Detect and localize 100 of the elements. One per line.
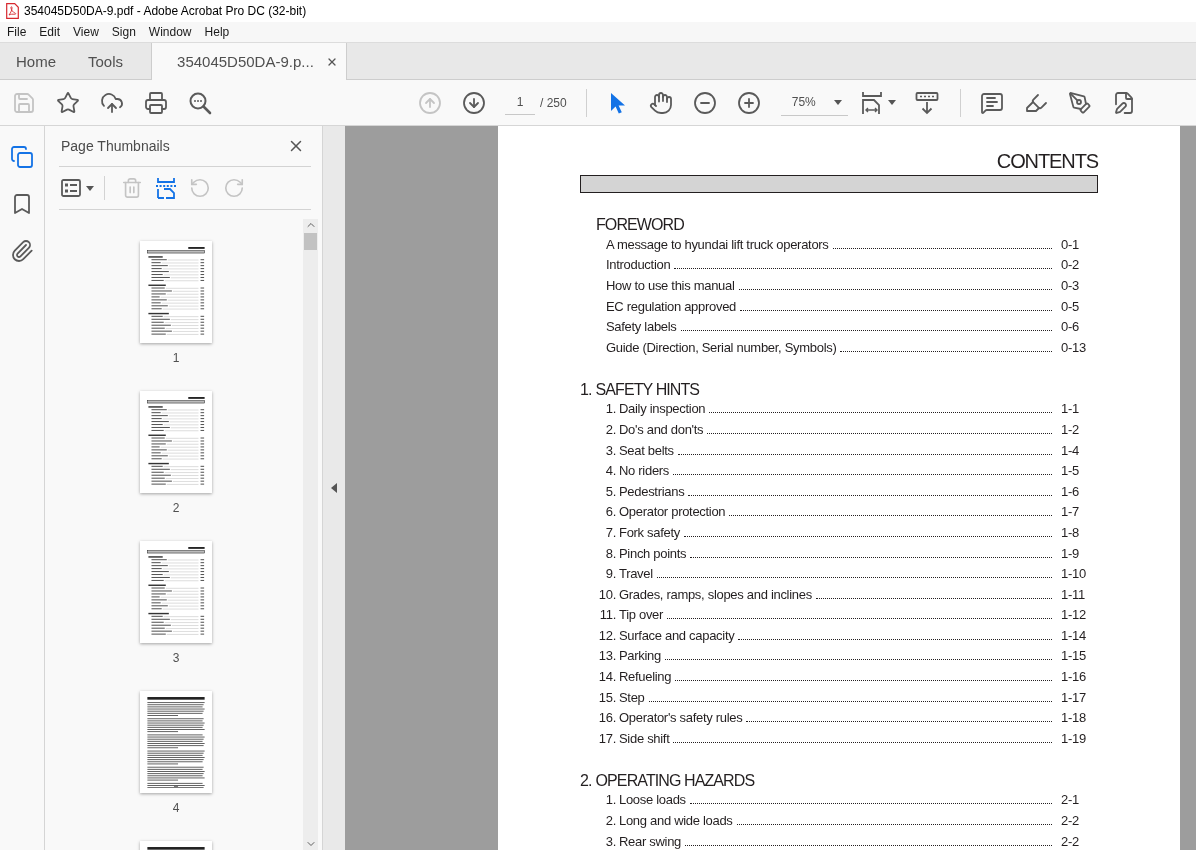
menu-item[interactable]: File [3,25,31,39]
insert-pages-icon[interactable] [155,177,177,199]
fit-page-icon[interactable] [860,90,883,115]
entry-number: 7. [605,524,616,540]
entry-number: 13. [598,648,616,664]
entry-title: Refueling [619,669,672,685]
entry-page-number: 0-6 [1061,319,1079,335]
entry-title: Guide (Direction, Serial number, Symbols) [606,339,837,355]
entry-page-number: 2-2 [1061,813,1079,829]
entry-title: Surface and capacity [619,627,735,643]
entry-title: Tip over [619,607,664,623]
entry-number: 3. [605,442,616,458]
page-number-field[interactable]: 1 [505,90,535,115]
entry-title: Introduction [606,257,671,273]
contents-heading: CONTENTS [996,149,1098,173]
entry-number: 8. [605,545,616,561]
entry-page-number: 1-14 [1061,627,1086,643]
zoom-in-icon[interactable] [736,90,761,115]
collapse-handle[interactable] [323,126,345,850]
entry-title: Step [619,689,645,705]
entry-page-number: 0-5 [1061,298,1079,314]
star-icon[interactable] [56,90,80,115]
entry-page-number: 1-5 [1061,463,1079,479]
zoom-out-icon[interactable] [692,90,717,115]
entry-number: 6. [605,504,616,520]
entry-title: Operator protection [619,504,726,520]
section-title: FOREWORD [596,216,684,234]
entry-title: Do's and don'ts [619,421,704,437]
entry-title: A message to hyundai lift truck operators [606,236,829,252]
entry-page-number: 1-9 [1061,545,1079,561]
entry-title: Seat belts [619,442,674,458]
entry-page-number: 1-2 [1061,421,1079,437]
entry-title: How to use this manual [606,278,735,293]
window-title: 354045D50DA-9.pdf - Adobe Acrobat Pro DC (32-bit) [24,4,307,18]
entry-page-number: 1-15 [1061,648,1086,664]
pages-icon[interactable] [10,145,34,169]
pdf-file-icon [6,3,19,19]
read-mode-icon[interactable] [914,90,939,115]
entry-number: 16. [598,710,616,726]
entry-number: 15. [598,689,616,705]
panel-title: Page Thumbnails [61,138,170,154]
scrollbar-thumb[interactable] [304,233,317,250]
entry-title: Pinch points [619,545,687,561]
page-number-label: 4 [172,800,180,816]
entry-page-number: 0-3 [1061,278,1079,293]
page-number-label: 3 [172,650,180,666]
entry-title: Side shift [619,730,670,746]
tab[interactable]: Tools [72,43,140,80]
entry-page-number: 1-17 [1061,689,1086,705]
arrow-down-circle-icon[interactable] [462,90,486,115]
entry-title: No riders [619,463,670,479]
tab[interactable]: 354045D50DA-9.p... [151,43,347,80]
entry-page-number: 1-18 [1061,710,1086,726]
caret-icon[interactable] [833,99,842,105]
pen-icon[interactable] [1067,90,1092,115]
entry-page-number: 1-19 [1061,730,1086,746]
entry-page-number: 1-10 [1061,566,1086,582]
cloud-upload-icon[interactable] [100,90,124,115]
entry-title: Grades, ramps, slopes and inclines [619,586,812,602]
entry-page-number: 1-16 [1061,669,1086,685]
entry-number: 10. [598,586,616,602]
menu-item[interactable]: Sign [107,25,140,39]
section-title: OPERATING HAZARDS [595,771,755,790]
menu-item[interactable]: Edit [35,25,65,39]
entry-title: Operator's safety rules [619,710,743,726]
entry-number: 3. [605,833,616,849]
zoom-field[interactable]: 75% [780,89,848,116]
entry-number: 1. [605,792,616,808]
entry-page-number: 0-13 [1061,339,1086,355]
menu-item[interactable]: Window [144,25,196,39]
entry-title: Long and wide loads [619,813,733,829]
paperclip-icon[interactable] [10,239,34,263]
page-number-label: 1 [172,350,180,366]
entry-page-number: 1-7 [1061,504,1079,520]
entry-title: EC regulation approved [606,298,736,314]
entry-number: 12. [598,627,616,643]
entry-number: 2. [605,421,616,437]
entry-title: Daily inspection [619,401,706,417]
entry-title: Rear swing [619,833,682,849]
entry-page-number: 0-1 [1061,236,1079,252]
section-number: 1. [580,380,592,399]
entry-number: 5. [605,483,616,499]
entry-number: 17. [598,730,616,746]
tab[interactable]: Home [0,43,72,80]
hand-icon[interactable] [648,90,673,115]
caret-left-icon[interactable] [331,483,337,493]
search-icon[interactable] [188,90,212,115]
printer-icon[interactable] [144,90,168,115]
entry-page-number: 1-8 [1061,524,1079,540]
caret-icon[interactable] [86,185,94,191]
entry-page-number: 0-2 [1061,257,1079,273]
menu-item[interactable]: Help [200,25,234,39]
menu-item[interactable]: View [69,25,103,39]
entry-title: Pedestrians [619,483,685,499]
entry-title: Safety labels [606,319,677,335]
comment-icon[interactable] [979,90,1004,115]
entry-page-number: 2-1 [1061,792,1079,808]
caret-icon[interactable] [887,100,896,105]
entry-number: 11. [599,607,616,623]
options-list-icon[interactable] [61,179,81,197]
